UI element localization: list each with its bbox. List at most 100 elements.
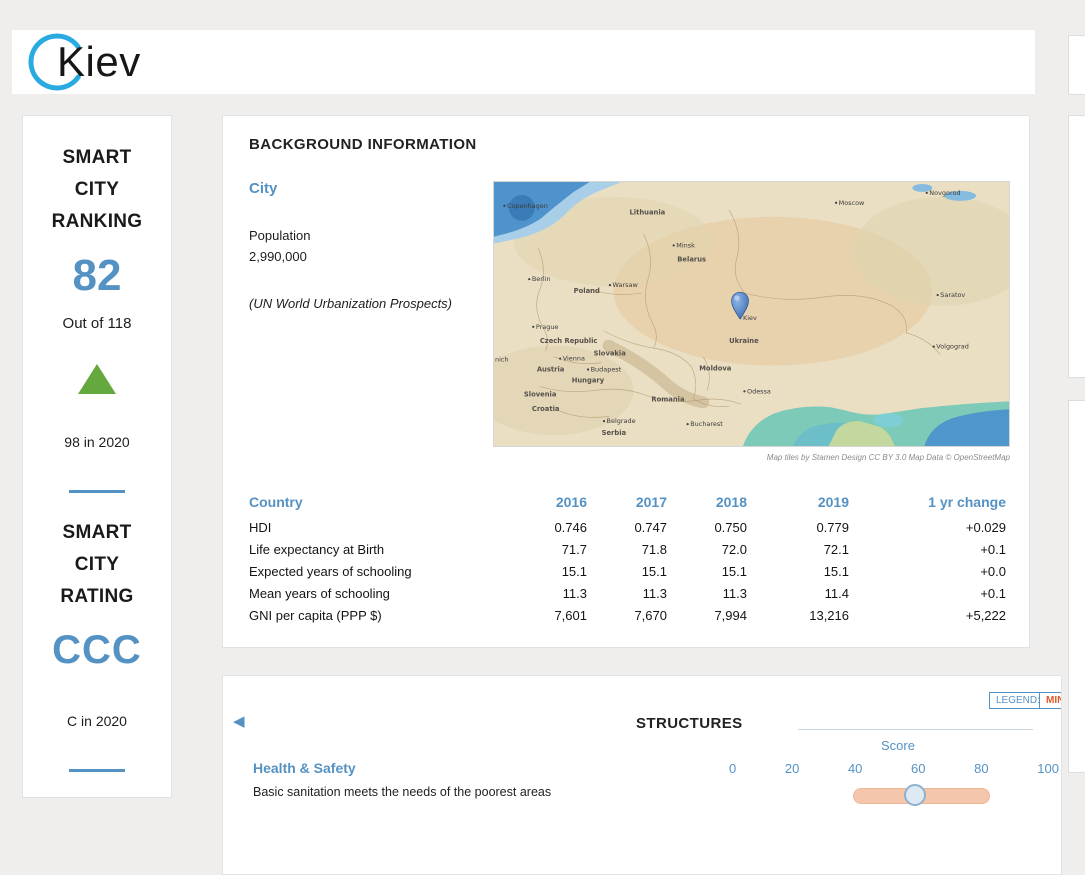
table-row: Life expectancy at Birth71.771.872.072.1… [249, 538, 1006, 560]
map-city-dot [503, 205, 505, 207]
statement-text: Basic sanitation meets the needs of the … [253, 785, 551, 799]
map-label-belgrade: Belgrade [607, 417, 636, 425]
page-header: Kiev [12, 30, 1035, 94]
row-value: 15.1 [747, 564, 849, 579]
row-value: 71.7 [529, 542, 587, 557]
map-label-novgorod: Novgorod [929, 189, 960, 197]
map-city-dot [559, 357, 561, 359]
map-label-belarus: Belarus [677, 255, 706, 263]
row-value: 11.3 [587, 586, 667, 601]
europe-map: CopenhagenLithuaniaMoscowNovgorodMinskBe… [494, 182, 1009, 446]
map-label-slovenia: Slovenia [524, 390, 557, 398]
row-value: 7,994 [667, 608, 747, 623]
clipped-card [1068, 35, 1085, 95]
sidebar-divider [69, 769, 125, 772]
map-label-berlin: Berlin [532, 275, 551, 283]
row-label: GNI per capita (PPP $) [249, 608, 529, 623]
table-row: Expected years of schooling15.115.115.11… [249, 560, 1006, 582]
sidebar-title-line: SMART [23, 517, 171, 549]
row-value: 15.1 [529, 564, 587, 579]
legend-min-chip[interactable]: MIN [1039, 692, 1062, 709]
clipped-card [1068, 115, 1085, 378]
sidebar-title-line: SMART [23, 142, 171, 174]
map-label-nich: nich [495, 356, 509, 364]
sidebar-divider [69, 490, 125, 493]
row-value: 0.779 [747, 520, 849, 535]
table-row: HDI0.7460.7470.7500.779+0.029 [249, 516, 1006, 538]
row-label: Mean years of schooling [249, 586, 529, 601]
map-label-lithuania: Lithuania [629, 209, 665, 217]
row-value: 7,601 [529, 608, 587, 623]
map-label-copenhagen: Copenhagen [507, 202, 548, 210]
row-value: 0.746 [529, 520, 587, 535]
structures-card: LEGEND: MIN ◀ STRUCTURES Score 020406080… [222, 675, 1062, 875]
score-scale: 020406080100 [729, 761, 1059, 776]
map-label-hungary: Hungary [572, 376, 605, 384]
map-label-romania: Romania [651, 395, 685, 403]
score-scale-tick: 100 [1037, 761, 1059, 776]
section-title: BACKGROUND INFORMATION [249, 136, 477, 153]
map-label-slovakia: Slovakia [594, 350, 627, 358]
map-city-dot [743, 390, 745, 392]
map-attribution: Map tiles by Stamen Design CC BY 3.0 Map… [493, 453, 1010, 462]
map-city-dot [687, 423, 689, 425]
row-label: Expected years of schooling [249, 564, 529, 579]
row-value: 72.0 [667, 542, 747, 557]
map-city-dot [528, 278, 530, 280]
map-label-czech-republic: Czech Republic [540, 337, 598, 345]
row-value: +0.1 [849, 542, 1006, 557]
ranking-previous: 98 in 2020 [23, 434, 171, 450]
map-label-poland: Poland [574, 287, 600, 295]
score-scale-tick: 20 [785, 761, 799, 776]
structures-title: STRUCTURES [636, 715, 743, 732]
map-label-volgograd: Volgograd [936, 343, 969, 351]
map-label-prague: Prague [536, 323, 559, 331]
sidebar-title-line: CITY [23, 174, 171, 206]
map-label-austria: Austria [537, 366, 565, 374]
table-header-col: 2019 [747, 494, 849, 510]
country-table-body: HDI0.7460.7470.7500.779+0.029Life expect… [249, 516, 1006, 626]
table-header-col: 2018 [667, 494, 747, 510]
row-value: 72.1 [747, 542, 849, 557]
smart-city-ranking-title: SMARTCITYRANKING [23, 142, 171, 238]
map-label-minsk: Minsk [676, 242, 695, 250]
country-table: Country20162017201820191 yr change HDI0.… [249, 488, 1006, 626]
ranking-sidebar: SMARTCITYRANKING 82 Out of 118 98 in 202… [22, 115, 172, 798]
row-value: +0.1 [849, 586, 1006, 601]
map-city-dot [609, 284, 611, 286]
clipped-card [1068, 400, 1085, 773]
score-slider-handle[interactable] [904, 784, 926, 806]
table-header-col: 2017 [587, 494, 667, 510]
map-label-croatia: Croatia [532, 405, 560, 413]
map-label-saratov: Saratov [940, 291, 965, 299]
page-background: { "colors": { "accent": "#5592c4", "posi… [0, 0, 1085, 798]
score-scale-tick: 60 [911, 761, 925, 776]
map-city-dot [835, 202, 837, 204]
sidebar-title-line: RANKING [23, 206, 171, 238]
trend-up-triangle-icon [78, 364, 116, 394]
previous-section-arrow-icon[interactable]: ◀ [233, 712, 245, 730]
map-viewport[interactable]: CopenhagenLithuaniaMoscowNovgorodMinskBe… [493, 181, 1010, 447]
map-label-bucharest: Bucharest [690, 420, 723, 428]
score-axis-label: Score [853, 738, 943, 753]
map-city-dot [673, 244, 675, 246]
rating-previous: C in 2020 [23, 713, 171, 729]
population-value: 2,990,000 [249, 249, 307, 264]
map-label-serbia: Serbia [602, 429, 627, 437]
row-value: 0.750 [667, 520, 747, 535]
background-information-card: BACKGROUND INFORMATION City Population 2… [222, 115, 1030, 648]
row-value: 11.3 [529, 586, 587, 601]
rating-value: CCC [23, 627, 171, 673]
row-value: 7,670 [587, 608, 667, 623]
map-label-kiev: Kiev [743, 314, 757, 322]
ranking-value: 82 [23, 250, 171, 301]
table-header-col: 1 yr change [849, 494, 1006, 510]
map-label-moldova: Moldova [699, 365, 732, 373]
map-city-dot [933, 346, 935, 348]
map-city-dot [926, 192, 928, 194]
category-label: Health & Safety [253, 760, 356, 776]
country-table-header: Country20162017201820191 yr change [249, 488, 1006, 516]
city-heading: City [249, 180, 277, 197]
row-label: HDI [249, 520, 529, 535]
map-city-dot [937, 294, 939, 296]
